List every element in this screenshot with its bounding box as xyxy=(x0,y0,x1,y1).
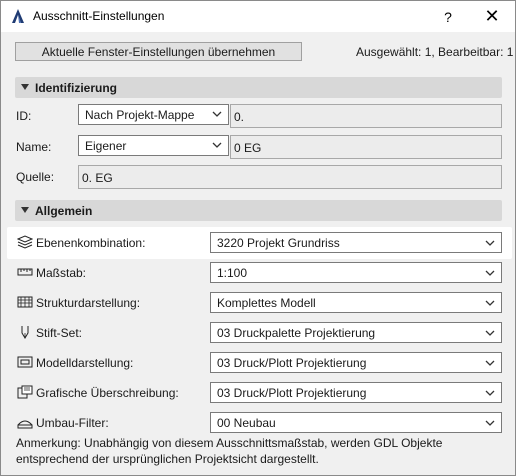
chevron-down-icon xyxy=(485,300,495,306)
layers-icon xyxy=(17,235,33,249)
collapse-triangle-icon xyxy=(21,207,29,213)
structure-display-label: Strukturdarstellung: xyxy=(36,296,141,310)
help-button[interactable]: ? xyxy=(425,1,471,32)
collapse-triangle-icon xyxy=(21,84,29,90)
selection-info: Ausgewählt: 1, Bearbeitbar: 1 xyxy=(356,45,514,59)
name-value-field[interactable]: 0 EG xyxy=(230,135,502,159)
close-button[interactable]: ✕ xyxy=(469,1,515,32)
structure-display-value: Komplettes Modell xyxy=(217,296,316,310)
window-title: Ausschnitt-Einstellungen xyxy=(33,9,165,23)
name-source-value: Eigener xyxy=(85,139,127,153)
id-source-value: Nach Projekt-Mappe xyxy=(85,108,195,122)
scale-label: Maßstab: xyxy=(36,266,87,280)
source-value-field: 0. EG xyxy=(78,165,502,189)
archicad-app-icon xyxy=(12,9,24,23)
chevron-down-icon xyxy=(485,240,495,246)
name-source-dropdown[interactable]: Eigener xyxy=(78,135,229,156)
chevron-down-icon xyxy=(485,390,495,396)
layer-combination-label: Ebenenkombination: xyxy=(36,236,146,250)
apply-window-settings-button[interactable]: Aktuelle Fenster-Einstellungen übernehme… xyxy=(15,42,302,61)
pen-icon xyxy=(21,326,29,339)
layer-combination-value: 3220 Projekt Grundriss xyxy=(217,236,340,250)
chevron-down-icon xyxy=(212,111,222,117)
pen-set-label: Stift-Set: xyxy=(36,326,83,340)
name-value-text: 0 EG xyxy=(234,141,262,155)
settings-dialog: Ausschnitt-Einstellungen ? ✕ Aktuelle Fe… xyxy=(0,0,516,476)
scale-value: 1:100 xyxy=(217,266,248,280)
source-label: Quelle: xyxy=(16,170,55,184)
graphic-override-value: 03 Druck/Plott Projektierung xyxy=(217,386,367,400)
scale-note: Anmerkung: Unabhängig von diesem Ausschn… xyxy=(16,436,443,466)
renovation-filter-dropdown[interactable]: 00 Neubau xyxy=(210,412,502,433)
renovation-filter-icon xyxy=(17,420,33,429)
id-value-text: 0. xyxy=(234,110,245,124)
id-source-dropdown[interactable]: Nach Projekt-Mappe xyxy=(78,104,229,125)
section-title: Allgemein xyxy=(35,204,93,218)
layer-combination-dropdown[interactable]: 3220 Projekt Grundriss xyxy=(210,232,502,253)
chevron-down-icon xyxy=(485,330,495,336)
pen-set-dropdown[interactable]: 03 Druckpalette Projektierung xyxy=(210,322,502,343)
title-bar: Ausschnitt-Einstellungen ? ✕ xyxy=(1,1,515,32)
model-display-label: Modelldarstellung: xyxy=(36,356,134,370)
structure-display-dropdown[interactable]: Komplettes Modell xyxy=(210,292,502,313)
name-label: Name: xyxy=(16,140,52,154)
id-label: ID: xyxy=(16,109,32,123)
graphic-override-dropdown[interactable]: 03 Druck/Plott Projektierung xyxy=(210,382,502,403)
section-general-header[interactable]: Allgemein xyxy=(15,200,502,221)
model-display-value: 03 Druck/Plott Projektierung xyxy=(217,356,367,370)
graphic-override-icon xyxy=(17,385,33,399)
model-display-dropdown[interactable]: 03 Druck/Plott Projektierung xyxy=(210,352,502,373)
section-title: Identifizierung xyxy=(35,81,117,95)
model-display-icon xyxy=(17,356,33,368)
renovation-filter-label: Umbau-Filter: xyxy=(36,416,109,430)
chevron-down-icon xyxy=(212,142,222,148)
graphic-override-label: Grafische Überschreibung: xyxy=(36,386,179,400)
section-identification-header[interactable]: Identifizierung xyxy=(15,77,502,98)
id-value-field[interactable]: 0. xyxy=(230,104,502,128)
structure-icon xyxy=(17,296,33,308)
source-value-text: 0. EG xyxy=(82,171,113,185)
renovation-filter-value: 00 Neubau xyxy=(217,416,276,430)
scale-dropdown[interactable]: 1:100 xyxy=(210,262,502,283)
ruler-icon xyxy=(17,268,33,276)
chevron-down-icon xyxy=(485,420,495,426)
pen-set-value: 03 Druckpalette Projektierung xyxy=(217,326,376,340)
chevron-down-icon xyxy=(485,360,495,366)
chevron-down-icon xyxy=(485,270,495,276)
